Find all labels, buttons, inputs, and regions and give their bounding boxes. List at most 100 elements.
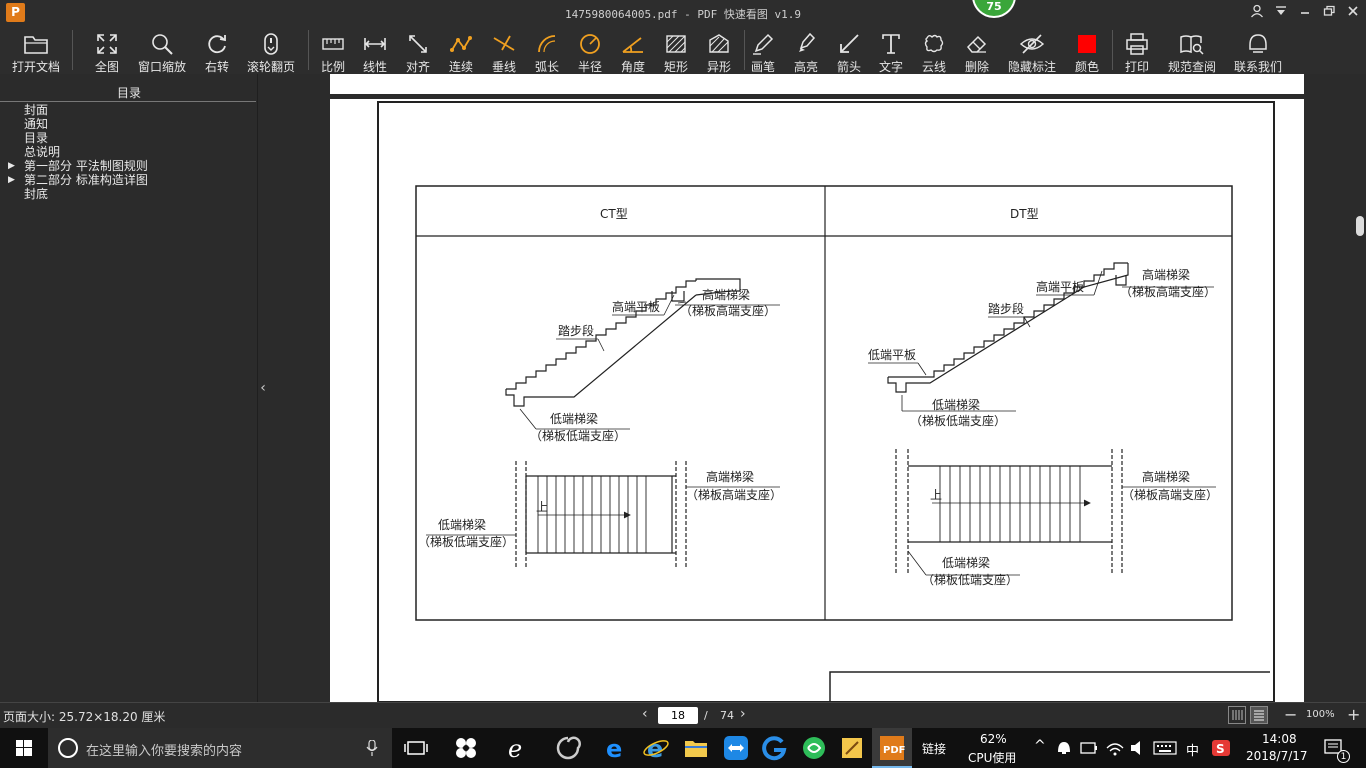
- vertical-scrollbar[interactable]: [1354, 74, 1366, 702]
- wifi-icon[interactable]: [1104, 732, 1126, 764]
- clock-time[interactable]: 14:08: [1262, 732, 1297, 746]
- expand-arrow-icon[interactable]: ▶: [8, 159, 15, 173]
- printer-icon: [1126, 33, 1148, 55]
- internet-explorer-icon[interactable]: e: [640, 732, 672, 764]
- toc-item-back-cover[interactable]: 封底: [24, 187, 48, 201]
- zoom-level: 100%: [1306, 709, 1335, 720]
- restore-icon[interactable]: [1320, 4, 1338, 22]
- next-page-icon[interactable]: ›: [740, 706, 746, 722]
- dual-page-view-icon[interactable]: [1228, 706, 1246, 724]
- rectangle-button[interactable]: 矩形: [659, 28, 693, 74]
- standards-lookup-button[interactable]: 规范查阅: [1164, 28, 1220, 74]
- notepad-app-icon[interactable]: [836, 732, 868, 764]
- perpendicular-button[interactable]: 垂线: [487, 28, 521, 74]
- radius-button[interactable]: 半径: [573, 28, 607, 74]
- notification-bell-icon[interactable]: [1054, 732, 1074, 764]
- start-button[interactable]: [0, 728, 48, 768]
- teamviewer-icon[interactable]: [720, 732, 752, 764]
- pinwheel-app-icon[interactable]: [450, 732, 482, 764]
- toc-item-general-notes[interactable]: 总说明: [24, 145, 60, 159]
- cpu-label: CPU使用: [968, 751, 1017, 765]
- rotate-right-label: 右转: [204, 60, 229, 74]
- drawing-canvas: 高端平板 高端梯梁 （梯板高端支座） 踏步段 低端梯梁 （梯板低端支座） 上 高…: [377, 101, 1275, 702]
- expand-arrow-icon[interactable]: ▶: [8, 173, 15, 187]
- contact-us-button[interactable]: 联系我们: [1230, 28, 1286, 74]
- swirl-browser-icon[interactable]: [552, 732, 584, 764]
- wheel-page-label: 滚轮翻页: [246, 60, 295, 74]
- toc-item-contents[interactable]: 目录: [24, 131, 48, 145]
- keyboard-icon[interactable]: [1152, 732, 1178, 764]
- scrollbar-thumb[interactable]: [1356, 216, 1364, 236]
- linear-label: 线性: [362, 60, 387, 74]
- close-icon[interactable]: [1344, 4, 1362, 22]
- microphone-icon[interactable]: [366, 739, 378, 760]
- pen-button[interactable]: 画笔: [746, 28, 780, 74]
- edge-browser-icon[interactable]: e: [600, 732, 632, 764]
- cloud-line-label: 云线: [921, 60, 946, 74]
- toc-item-part-two[interactable]: 第二部分 标准构造详图: [24, 173, 148, 187]
- highlight-button[interactable]: 高亮: [789, 28, 823, 74]
- rotate-right-icon: [208, 35, 226, 54]
- sogou-ime-icon[interactable]: S: [1208, 732, 1234, 764]
- volume-icon[interactable]: [1128, 732, 1150, 764]
- text-icon: [882, 34, 900, 54]
- scale-button[interactable]: 比例: [316, 28, 350, 74]
- previous-page-icon[interactable]: ‹: [642, 706, 648, 722]
- irregular-button[interactable]: 异形: [702, 28, 736, 74]
- hide-annotations-button[interactable]: 隐藏标注: [1003, 28, 1061, 74]
- arc-length-button[interactable]: 弧长: [530, 28, 564, 74]
- dt-header: DT型: [1010, 207, 1039, 221]
- sogou-browser-icon[interactable]: [758, 732, 790, 764]
- color-button[interactable]: 颜色: [1070, 28, 1104, 74]
- document-viewer[interactable]: 高端平板 高端梯梁 （梯板高端支座） 踏步段 低端梯梁 （梯板低端支座） 上 高…: [270, 74, 1354, 702]
- toc-item-notice[interactable]: 通知: [24, 117, 48, 131]
- minimize-icon[interactable]: [1296, 4, 1314, 22]
- dt-low-beam-text: 低端梯梁: [932, 397, 980, 412]
- radius-label: 半径: [577, 60, 602, 74]
- cloud-line-button[interactable]: 云线: [917, 28, 951, 74]
- file-explorer-icon[interactable]: [680, 732, 712, 764]
- align-button[interactable]: 对齐: [401, 28, 435, 74]
- zoom-out-icon[interactable]: −: [1284, 705, 1297, 724]
- wheel-page-button[interactable]: 滚轮翻页: [244, 28, 298, 74]
- menu-dropdown-icon[interactable]: [1272, 4, 1290, 22]
- zoom-window-button[interactable]: 窗口缩放: [136, 28, 188, 74]
- single-page-view-icon[interactable]: [1250, 706, 1268, 724]
- radius-icon: [580, 34, 600, 54]
- open-document-button[interactable]: 打开文档: [8, 28, 64, 74]
- user-icon[interactable]: [1248, 4, 1266, 22]
- battery-icon[interactable]: [1078, 732, 1100, 764]
- ct-header: CT型: [600, 207, 628, 221]
- link-label[interactable]: 链接: [922, 740, 946, 757]
- collapse-sidebar-icon[interactable]: ‹: [257, 378, 269, 398]
- angle-button[interactable]: 角度: [616, 28, 650, 74]
- ct-up-label: 上: [536, 500, 548, 514]
- rotate-right-button[interactable]: 右转: [196, 28, 238, 74]
- ime-indicator[interactable]: 中: [1186, 740, 1199, 759]
- fit-all-button[interactable]: 全图: [86, 28, 128, 74]
- task-view-icon[interactable]: [400, 732, 432, 764]
- pdf-viewer-taskbar-icon[interactable]: PDF: [872, 728, 912, 768]
- print-button[interactable]: 打印: [1120, 28, 1154, 74]
- show-hidden-icons-icon[interactable]: ^: [1034, 738, 1046, 754]
- page-number-input[interactable]: [658, 707, 698, 724]
- zoom-window-icon: [152, 34, 173, 55]
- cpu-percent: 62%: [980, 732, 1007, 746]
- clock-date[interactable]: 2018/7/17: [1246, 749, 1308, 763]
- zoom-window-label: 窗口缩放: [137, 60, 186, 74]
- delete-button[interactable]: 删除: [960, 28, 994, 74]
- linear-button[interactable]: 线性: [358, 28, 392, 74]
- text-button[interactable]: 文字: [874, 28, 908, 74]
- toc-item-part-one[interactable]: 第一部分 平法制图规则: [24, 159, 148, 173]
- perpendicular-icon: [493, 35, 515, 51]
- 360-browser-icon[interactable]: [798, 732, 830, 764]
- edge-legacy-icon[interactable]: e: [502, 732, 534, 764]
- taskbar-search-box[interactable]: 在这里输入你要搜索的内容: [48, 728, 392, 768]
- toc-sidebar: 目录 封面 通知 目录 总说明 ▶ 第一部分 平法制图规则 ▶ 第二部分 标准构…: [0, 74, 258, 702]
- continuous-button[interactable]: 连续: [444, 28, 478, 74]
- arrow-button[interactable]: 箭头: [832, 28, 866, 74]
- fit-all-label: 全图: [94, 60, 119, 74]
- toolbar-divider: [1112, 30, 1113, 70]
- toc-item-cover[interactable]: 封面: [24, 103, 48, 117]
- zoom-in-icon[interactable]: +: [1347, 705, 1360, 724]
